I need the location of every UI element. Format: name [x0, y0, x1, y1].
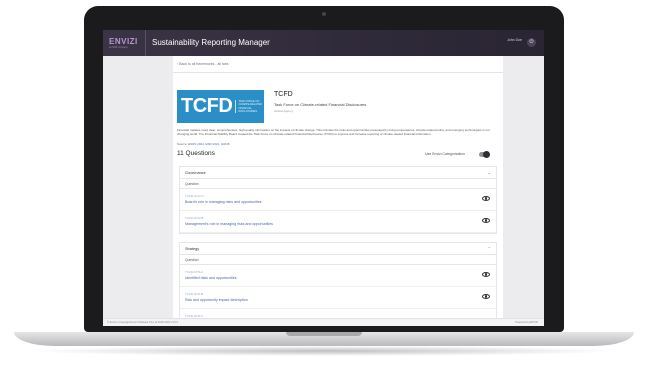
question-text[interactable]: Identified risks and opportunities: [185, 276, 237, 280]
section-title: Strategy: [185, 247, 200, 251]
column-header-question: Question: [180, 179, 496, 189]
question-text[interactable]: Management's role in managing risks and …: [185, 222, 273, 226]
source-line: Source: ESRS 2024, ESR 2021, GRI45: [177, 142, 230, 146]
question-code: TCFD-STR-A: [185, 270, 203, 274]
question-code: TCFD-GOV-A: [185, 194, 204, 198]
app-header: ENVIZI an IBM company Sustainability Rep…: [103, 30, 544, 56]
divider: [173, 72, 503, 73]
column-header-question: Question: [180, 255, 496, 265]
question-text[interactable]: Board's role in managing risks and oppor…: [185, 200, 262, 204]
logo-text: ENVIZI: [109, 37, 138, 46]
app-title: Sustainability Reporting Manager: [145, 30, 270, 56]
back-link[interactable]: ‹ Back to all frameworks - all tabs: [177, 62, 229, 66]
laptop-notch: [286, 332, 362, 336]
categorization-toggle-label: Use Envizi Categorization: [425, 152, 466, 156]
logout-icon[interactable]: ⏻: [527, 38, 536, 47]
footer-powered-by: Powered by ENVIZI: [515, 321, 538, 324]
footer-copyright: © Envizi | Copyright Envizi Software Pty…: [107, 321, 179, 324]
question-row[interactable]: TCFD-STR-B Risk and opportunity impact d…: [180, 287, 496, 309]
user-name[interactable]: John Doe: [507, 38, 522, 42]
eye-icon[interactable]: [482, 196, 490, 201]
laptop-screen: ENVIZI an IBM company Sustainability Rep…: [103, 30, 544, 326]
section-governance: Governance ⌄ Question TCFD-GOV-A Board's…: [179, 166, 497, 234]
main-content: ‹ Back to all frameworks - all tabs TCFD…: [173, 56, 503, 326]
source-label: Source:: [177, 142, 188, 146]
question-count: 11 Questions: [177, 150, 215, 157]
app-footer: © Envizi | Copyright Envizi Software Pty…: [103, 318, 544, 326]
tcfd-logo: TCFD TASK FORCE ON CLIMATE-RELATED FINAN…: [177, 90, 264, 123]
framework-meta: Global Agency: [274, 109, 294, 113]
question-row[interactable]: TCFD-GOV-B Management's role in managing…: [180, 211, 496, 233]
question-row[interactable]: TCFD-STR-A Identified risks and opportun…: [180, 265, 496, 287]
chevron-up-icon[interactable]: ⌃: [488, 243, 491, 255]
section-strategy: Strategy ⌃ Question TCFD-STR-A Identifie…: [179, 242, 497, 326]
eye-icon[interactable]: [482, 272, 490, 277]
camera-icon: [322, 12, 326, 16]
question-row[interactable]: TCFD-GOV-A Board's role in managing risk…: [180, 189, 496, 211]
section-header-governance[interactable]: Governance ⌄: [180, 167, 496, 179]
eye-icon[interactable]: [482, 218, 490, 223]
tcfd-logo-subtext: TASK FORCE ON CLIMATE-RELATED FINANCIAL …: [235, 100, 264, 113]
framework-title: TCFD: [274, 91, 293, 98]
question-text[interactable]: Risk and opportunity impact description: [185, 298, 248, 302]
section-header-strategy[interactable]: Strategy ⌃: [180, 243, 496, 255]
tcfd-logo-text: TCFD: [181, 95, 233, 117]
chevron-down-icon[interactable]: ⌄: [488, 167, 491, 179]
categorization-toggle[interactable]: [479, 151, 490, 158]
question-code: TCFD-GOV-B: [185, 216, 204, 220]
question-code: TCFD-STR-B: [185, 292, 203, 296]
section-title: Governance: [185, 171, 206, 175]
envizi-logo[interactable]: ENVIZI an IBM company: [103, 37, 145, 49]
framework-subtitle: Task Force on Climate-related Financial …: [274, 102, 367, 107]
eye-icon[interactable]: [482, 294, 490, 299]
laptop-shadow: [30, 346, 620, 356]
framework-description: Financial markets need clear, comprehens…: [177, 128, 490, 136]
logo-subtext: an IBM company: [109, 46, 128, 49]
source-links[interactable]: ESRS 2024, ESR 2021, GRI45: [188, 142, 229, 146]
